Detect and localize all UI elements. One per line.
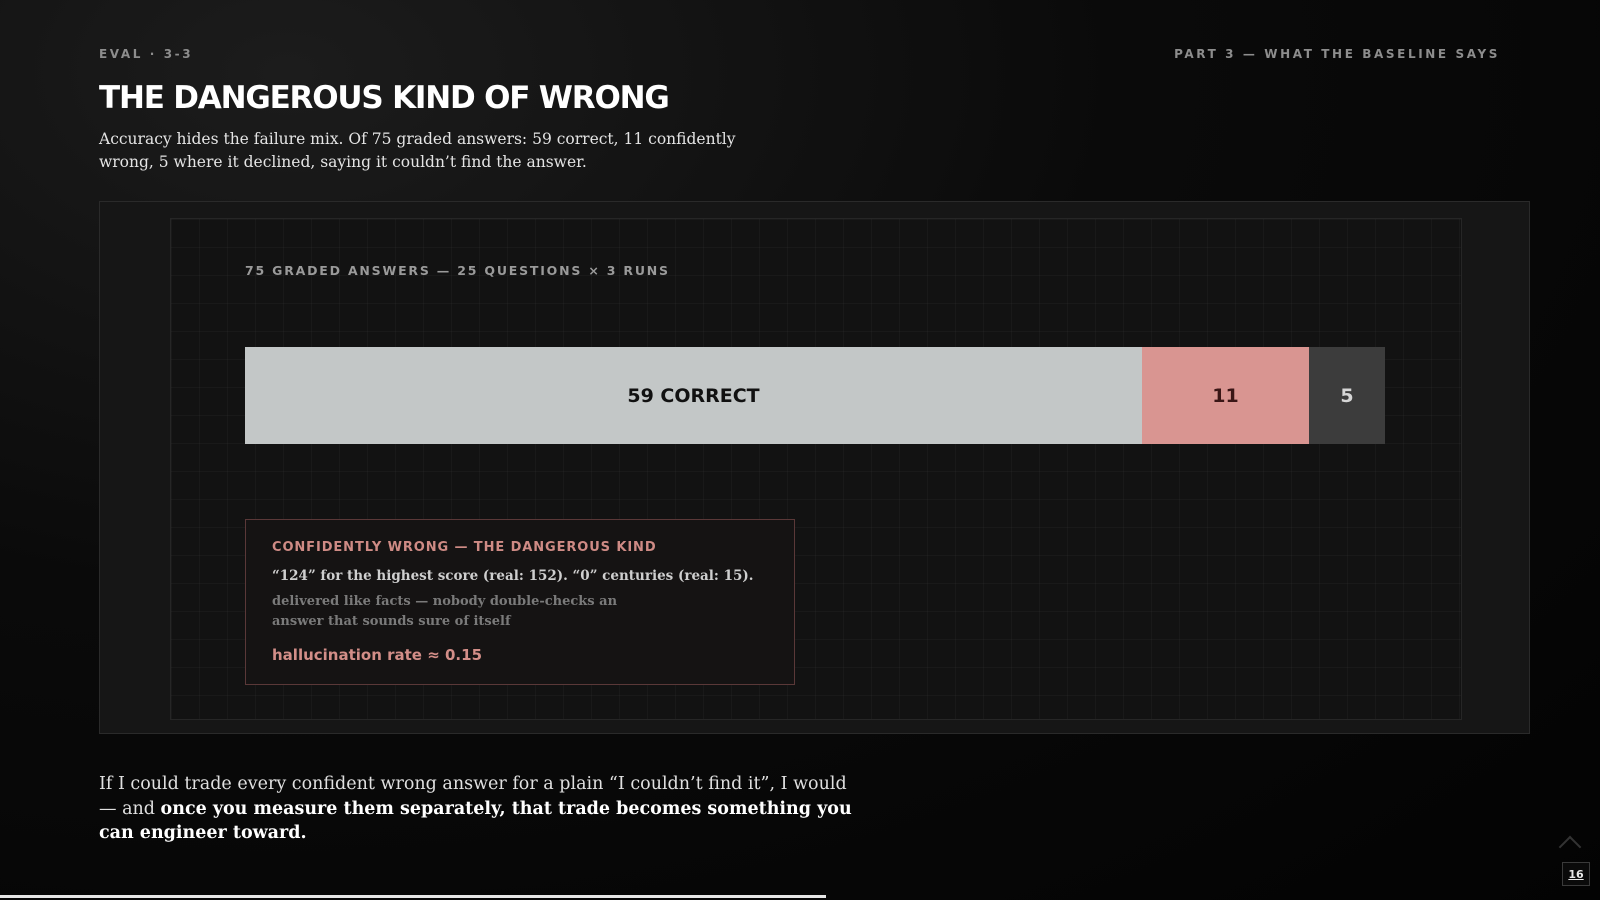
bar-segment-correct: 59 CORRECT bbox=[245, 347, 1142, 444]
slide-subtitle: Accuracy hides the failure mix. Of 75 gr… bbox=[99, 130, 736, 171]
page-number[interactable]: 16 bbox=[1562, 862, 1590, 886]
chart-grid-area: 75 GRADED ANSWERS — 25 QUESTIONS × 3 RUN… bbox=[170, 218, 1462, 720]
chart-panel: 75 GRADED ANSWERS — 25 QUESTIONS × 3 RUN… bbox=[99, 201, 1530, 734]
part-eyebrow: PART 3 — WHAT THE BASELINE SAYS bbox=[1174, 47, 1500, 61]
callout-examples: “124” for the highest score (real: 152).… bbox=[272, 568, 754, 584]
confidently-wrong-callout: CONFIDENTLY WRONG — THE DANGEROUS KIND “… bbox=[245, 519, 795, 685]
deck-progress-bar bbox=[0, 895, 826, 898]
closing-emphasis: once you measure them separately, that t… bbox=[99, 798, 852, 844]
callout-heading: CONFIDENTLY WRONG — THE DANGEROUS KIND bbox=[272, 540, 657, 555]
chart-title: 75 GRADED ANSWERS — 25 QUESTIONS × 3 RUN… bbox=[245, 263, 670, 278]
stacked-bar: 59 CORRECT 11 5 bbox=[245, 347, 1385, 444]
section-eyebrow: EVAL · 3-3 bbox=[99, 47, 194, 61]
bar-segment-wrong: 11 bbox=[1142, 347, 1309, 444]
hallucination-rate: hallucination rate ≈ 0.15 bbox=[272, 646, 482, 664]
bar-segment-declined: 5 bbox=[1309, 347, 1385, 444]
slide-title: THE DANGEROUS KIND OF WRONG bbox=[99, 80, 670, 116]
closing-statement: If I could trade every confident wrong a… bbox=[99, 772, 859, 846]
corner-chevron-icon bbox=[1558, 835, 1582, 859]
callout-note: delivered like facts — nobody double-che… bbox=[272, 594, 618, 629]
